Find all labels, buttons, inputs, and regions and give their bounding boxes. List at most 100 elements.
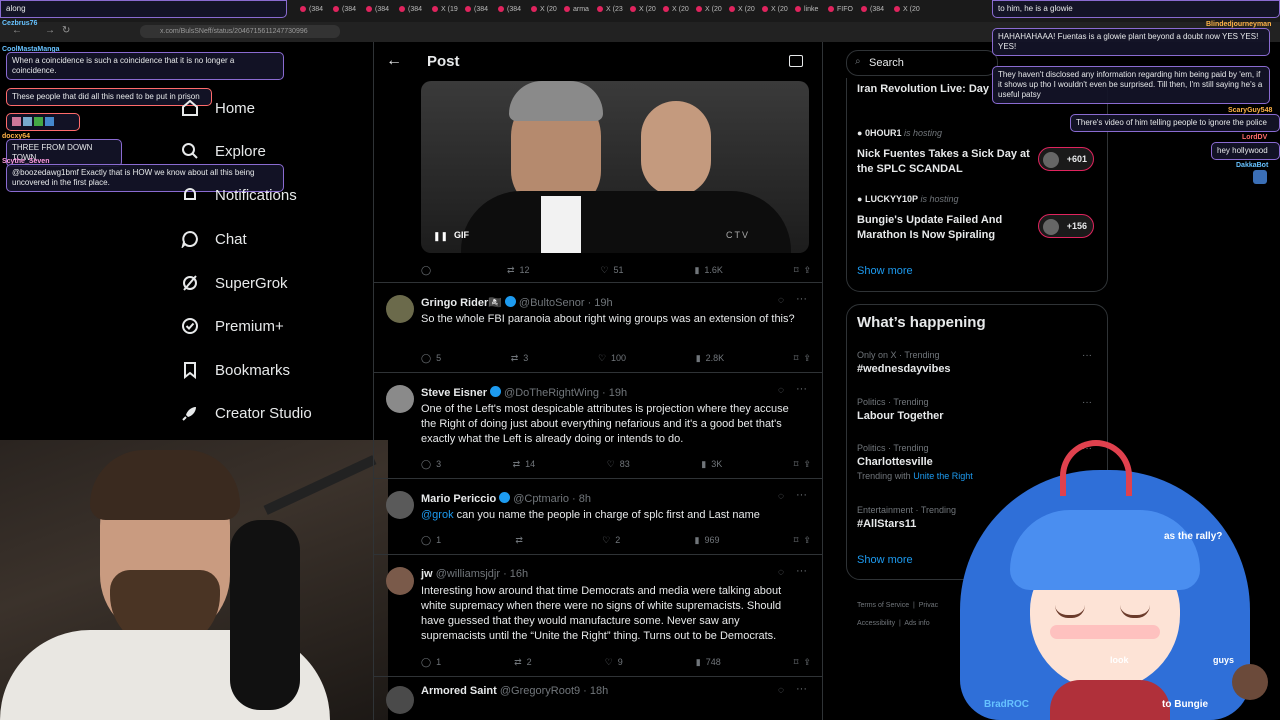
share-icon[interactable]: ⇪ <box>803 535 811 546</box>
more-icon[interactable]: ··· <box>796 565 807 577</box>
search-box[interactable]: ⌕ Search <box>846 50 998 76</box>
bookmark-icon[interactable]: ⌑ <box>794 657 799 668</box>
browser-tab[interactable]: X (20 <box>762 6 788 13</box>
like-button[interactable]: ♡ 100 <box>598 351 626 365</box>
browser-tab[interactable]: arma <box>564 6 589 13</box>
grok-icon[interactable]: ◌ <box>778 385 784 396</box>
pause-icon[interactable]: ❚❚ <box>433 231 448 242</box>
nav-explore[interactable]: Explore <box>180 136 266 166</box>
browser-tab[interactable]: (384 <box>366 6 389 13</box>
bookmark-icon[interactable]: ⌑ <box>794 459 799 470</box>
nav-bookmarks[interactable]: Bookmarks <box>180 355 290 385</box>
live-title[interactable]: Bungie's Update Failed And Marathon Is N… <box>857 213 1037 243</box>
footer-accessibility[interactable]: Accessibility <box>857 620 895 627</box>
views-button[interactable]: ▮ 1.6K <box>694 263 722 277</box>
trend-item[interactable]: Politics · Trending Labour Together ··· <box>857 397 1097 422</box>
browser-tab[interactable]: X (19 <box>432 6 458 13</box>
nav-premium[interactable]: Premium+ <box>180 311 284 341</box>
bookmark-icon[interactable]: ⌑ <box>794 353 799 364</box>
trend-item[interactable]: Only on X · Trending #wednesdayvibes ··· <box>857 350 1097 375</box>
like-button[interactable]: ♡ 2 <box>602 533 620 547</box>
live-listeners-badge[interactable]: +601 <box>1038 147 1094 171</box>
avatar[interactable] <box>386 491 414 519</box>
browser-tab[interactable]: (384 <box>861 6 884 13</box>
views-button[interactable]: ▮ 748 <box>696 655 721 669</box>
reload-icon[interactable]: ↻ <box>62 25 70 36</box>
avatar[interactable] <box>386 567 414 595</box>
post-author[interactable]: Gringo Rider🏴‍☠️ @BultoSenor · 19h <box>421 296 613 309</box>
views-button[interactable]: ▮ 969 <box>695 533 720 547</box>
nav-creator-studio[interactable]: Creator Studio <box>180 398 312 428</box>
browser-tab[interactable]: linke <box>795 6 818 13</box>
more-icon[interactable]: ··· <box>796 383 807 395</box>
mention-link[interactable]: @grok <box>421 509 454 521</box>
share-icon[interactable]: ⇪ <box>803 459 811 470</box>
more-icon[interactable]: ··· <box>1082 397 1092 408</box>
grok-icon[interactable]: ◌ <box>778 685 784 696</box>
more-icon[interactable]: ··· <box>796 489 807 501</box>
like-button[interactable]: ♡ 51 <box>600 263 623 277</box>
like-button[interactable]: ♡ 83 <box>607 457 630 471</box>
browser-tab[interactable]: (384 <box>333 6 356 13</box>
avatar[interactable] <box>386 295 414 323</box>
grok-icon[interactable]: ◌ <box>778 491 784 502</box>
grok-icon[interactable]: ◌ <box>778 295 784 306</box>
share-icon[interactable]: ⇪ <box>803 657 811 668</box>
footer-privacy[interactable]: Privac <box>919 602 938 609</box>
browser-tab[interactable]: X (20 <box>663 6 689 13</box>
nav-supergrok[interactable]: SuperGrok <box>180 268 288 298</box>
back-arrow-icon[interactable]: ← <box>386 52 402 70</box>
repost-button[interactable]: ⇄ 2 <box>514 655 532 669</box>
share-icon[interactable]: ⇪ <box>803 353 811 364</box>
post-author[interactable]: Steve Eisner @DoTheRightWing · 19h <box>421 386 627 399</box>
footer-terms[interactable]: Terms of Service <box>857 602 909 609</box>
nav-home[interactable]: Home <box>180 93 255 123</box>
reply-post[interactable]: Armored Saint @GregoryRoot9 · 18h ◌ ··· <box>374 677 822 720</box>
reply-post[interactable]: Steve Eisner @DoTheRightWing · 19h One of… <box>374 373 822 479</box>
repost-button[interactable]: ⇄ <box>515 533 528 547</box>
browser-tab[interactable]: (384 <box>498 6 521 13</box>
show-more-link[interactable]: Show more <box>857 554 913 566</box>
reply-post[interactable]: Gringo Rider🏴‍☠️ @BultoSenor · 19h So the… <box>374 283 822 373</box>
post-author[interactable]: Mario Periccio @Cptmario · 8h <box>421 492 591 505</box>
browser-tab[interactable]: X (20 <box>531 6 557 13</box>
repost-button[interactable]: ⇄ 12 <box>507 263 530 277</box>
browser-tab[interactable]: X (20 <box>630 6 656 13</box>
reply-button[interactable]: ◯ 3 <box>421 457 441 471</box>
repost-button[interactable]: ⇄ 14 <box>513 457 536 471</box>
live-title[interactable]: Iran Revolution Live: Day <box>857 83 989 95</box>
more-icon[interactable]: ··· <box>1082 350 1092 361</box>
live-listeners-badge[interactable]: +156 <box>1038 214 1094 238</box>
browser-tab[interactable]: FIFO <box>828 6 853 13</box>
reply-button[interactable]: ◯ <box>421 263 436 277</box>
browser-tab[interactable]: (384 <box>300 6 323 13</box>
show-more-link[interactable]: Show more <box>857 265 913 277</box>
browser-tab[interactable]: X (20 <box>729 6 755 13</box>
share-icon[interactable]: ⇪ <box>803 265 811 276</box>
views-button[interactable]: ▮ 3K <box>701 457 722 471</box>
live-title[interactable]: Nick Fuentes Takes a Sick Day at the SPL… <box>857 147 1037 177</box>
browser-tab[interactable]: (384 <box>465 6 488 13</box>
like-button[interactable]: ♡ 9 <box>605 655 623 669</box>
reply-button[interactable]: ◯ 5 <box>421 351 441 365</box>
avatar[interactable] <box>386 385 414 413</box>
reader-view-icon[interactable] <box>789 55 803 67</box>
avatar[interactable] <box>386 686 414 714</box>
post-author[interactable]: Armored Saint @GregoryRoot9 · 18h <box>421 685 608 697</box>
post-author[interactable]: jw @williamsjdjr · 16h <box>421 568 528 580</box>
gif-media[interactable]: ❚❚ GIF CTV <box>421 81 809 253</box>
more-icon[interactable]: ··· <box>796 293 807 305</box>
browser-tab[interactable]: X (23 <box>597 6 623 13</box>
footer-ads[interactable]: Ads info <box>904 620 929 627</box>
reply-post[interactable]: Mario Periccio @Cptmario · 8h @grok can y… <box>374 479 822 555</box>
repost-button[interactable]: ⇄ 3 <box>511 351 529 365</box>
address-field[interactable]: x.com/BulsSNeff/status/20467156112477309… <box>140 25 340 38</box>
browser-tab[interactable]: X (20 <box>696 6 722 13</box>
browser-tab[interactable]: (384 <box>399 6 422 13</box>
reply-button[interactable]: ◯ 1 <box>421 655 441 669</box>
views-button[interactable]: ▮ 2.8K <box>696 351 724 365</box>
browser-tab[interactable]: X (20 <box>894 6 920 13</box>
bookmark-icon[interactable]: ⌑ <box>794 265 799 276</box>
nav-notifications[interactable]: Notifications <box>180 180 297 210</box>
forward-icon[interactable]: → <box>45 25 55 36</box>
